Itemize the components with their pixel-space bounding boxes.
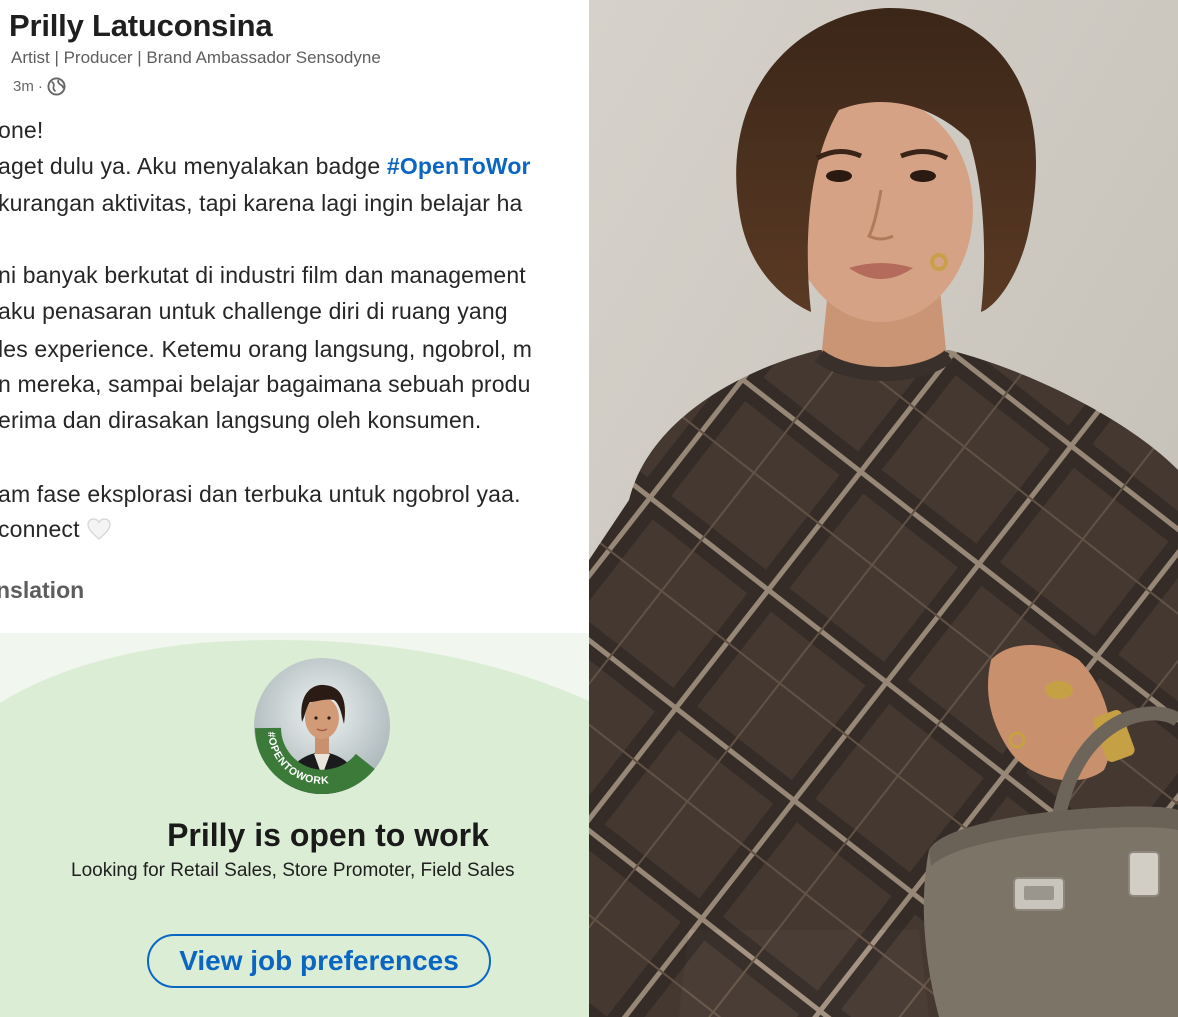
- post-line: les experience. Ketemu orang langsung, n…: [0, 336, 533, 362]
- post-line-text: connect: [0, 516, 80, 542]
- see-translation-link[interactable]: nslation: [0, 577, 84, 604]
- post-line: erima dan dirasakan langsung oleh konsum…: [0, 407, 482, 433]
- post-line: aget dulu ya. Aku menyalakan badge #Open…: [0, 153, 531, 180]
- post-line-text: aget dulu ya. Aku menyalakan badge: [0, 153, 387, 179]
- open-to-work-title: Prilly is open to work: [167, 817, 489, 853]
- post-line: n mereka, sampai belajar bagaimana sebua…: [0, 371, 531, 397]
- post-line: one!: [0, 117, 44, 143]
- post-line: connect: [0, 516, 112, 547]
- open-to-work-subtitle: Looking for Retail Sales, Store Promoter…: [71, 860, 515, 881]
- avatar[interactable]: #OPENTOWORK: [254, 658, 390, 794]
- post-line: kurangan aktivitas, tapi karena lagi ing…: [0, 190, 523, 216]
- post-line: ni banyak berkutat di industri film dan …: [0, 262, 526, 288]
- portrait-photo: [589, 0, 1178, 1017]
- view-job-preferences-button[interactable]: View job preferences: [147, 934, 491, 988]
- post-body: one! aget dulu ya. Aku menyalakan badge …: [0, 0, 589, 560]
- white-heart-icon: [86, 517, 112, 547]
- hashtag-link[interactable]: #OpenToWor: [387, 153, 531, 179]
- post-line: am fase eksplorasi dan terbuka untuk ngo…: [0, 481, 521, 507]
- linkedin-post: Prilly Latuconsina Artist | Producer | B…: [0, 0, 589, 1017]
- post-line: aku penasaran untuk challenge diri di ru…: [0, 298, 508, 324]
